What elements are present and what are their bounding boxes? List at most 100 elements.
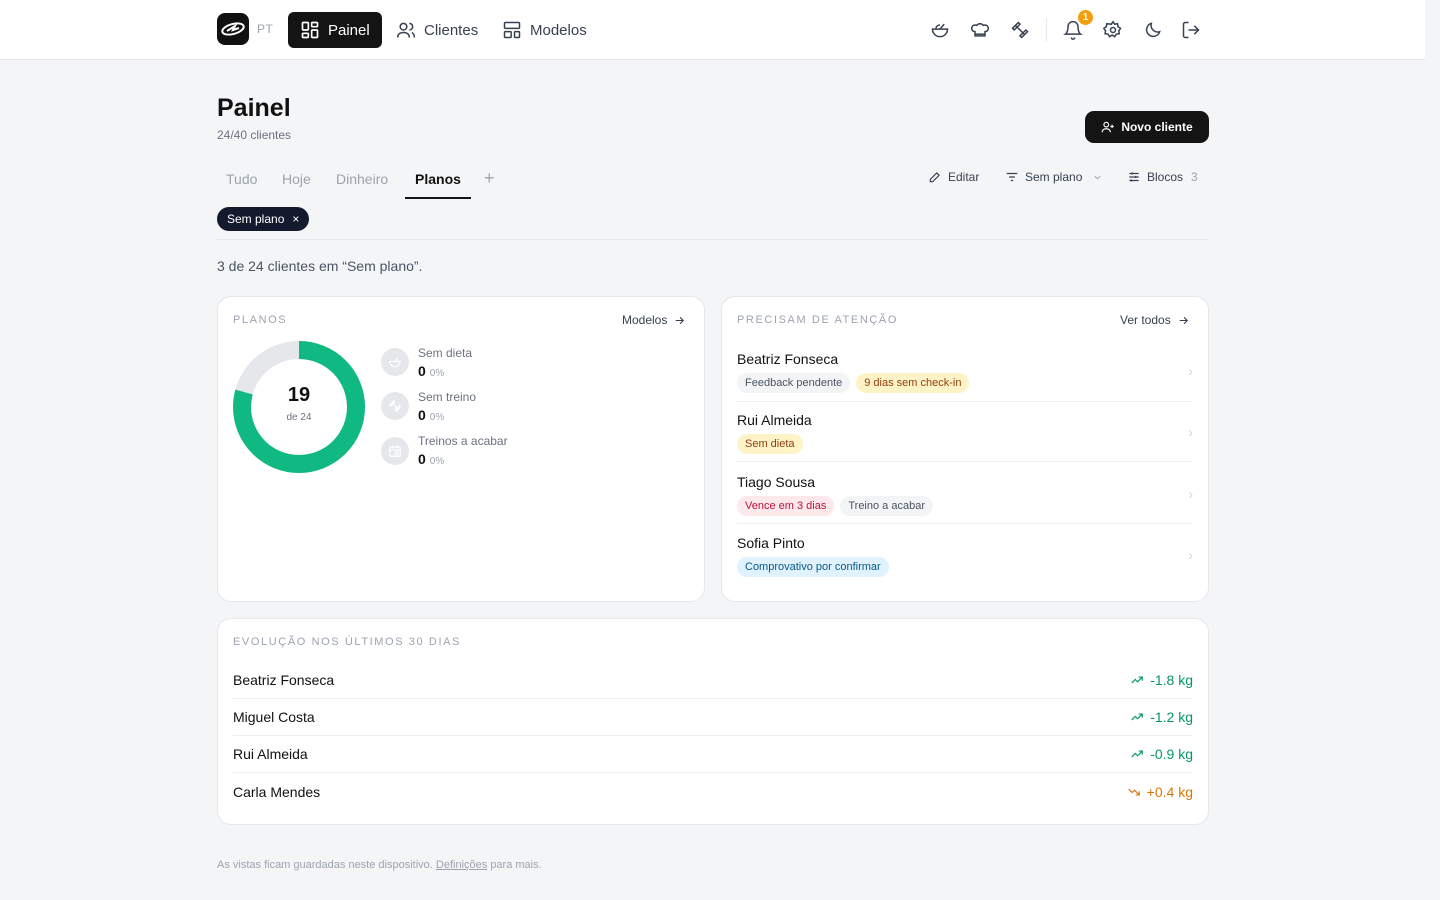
client-name: Beatriz Fonseca [737, 351, 839, 367]
stat-label: Sem treino [418, 390, 477, 404]
moon-icon[interactable] [1143, 20, 1163, 40]
attention-item[interactable]: Beatriz Fonseca Feedback pendente 9 dias… [737, 342, 1193, 402]
weight-change: +0.4 kg [1127, 784, 1193, 800]
evolution-card-label: EVOLUÇÃO NOS ÚLTIMOS 30 DIAS [233, 636, 461, 648]
pencil-icon [929, 172, 940, 183]
donut-subtitle: de 24 [286, 412, 312, 423]
client-name: Tiago Sousa [737, 474, 816, 490]
status-tag: Sem dieta [737, 434, 803, 454]
trend-down-icon [1131, 750, 1144, 758]
notification-badge: 1 [1078, 10, 1093, 25]
plan-filter-dropdown[interactable]: Sem plano [1005, 170, 1103, 184]
dumbbell-icon [381, 392, 409, 420]
chevron-right-icon: › [1188, 486, 1193, 502]
divider [217, 239, 1209, 240]
top-bar: PT Painel Clientes Modelos 1 [0, 0, 1425, 60]
filter-icon [1006, 172, 1018, 182]
tab-hoje[interactable]: Hoje [282, 171, 311, 187]
logout-icon[interactable] [1181, 20, 1201, 40]
page-subtitle: 24/40 clientes [217, 128, 292, 142]
evolution-row[interactable]: Beatriz Fonseca -1.8 kg [233, 662, 1193, 699]
filter-chip[interactable]: Sem plano × [217, 207, 310, 231]
blocks-button[interactable]: Blocos 3 [1127, 170, 1198, 184]
nav-label: Clientes [424, 21, 479, 39]
evolution-row[interactable]: Rui Almeida -0.9 kg [233, 736, 1193, 773]
new-client-button[interactable]: Novo cliente [1085, 111, 1209, 143]
status-tag: Treino a acabar [840, 496, 933, 516]
weight-change: -1.2 kg [1130, 709, 1193, 725]
language-toggle[interactable]: PT [257, 22, 273, 36]
tab-dinheiro[interactable]: Dinheiro [336, 171, 388, 187]
chevron-right-icon: › [1188, 363, 1193, 379]
scrollbar[interactable] [1425, 0, 1440, 900]
dashboard-icon [301, 21, 319, 39]
nav-clientes[interactable]: Clientes [384, 12, 490, 48]
sliders-icon [1129, 172, 1139, 182]
client-name: Miguel Costa [233, 709, 315, 725]
trend-down-icon [1131, 713, 1144, 721]
chevron-right-icon: › [1188, 547, 1193, 563]
stat-value: 0 0% [418, 363, 445, 379]
stat-label: Sem dieta [418, 346, 473, 360]
new-client-label: Novo cliente [1121, 120, 1193, 134]
client-name: Sofia Pinto [737, 535, 805, 551]
trend-up-icon [1128, 788, 1140, 795]
trend-down-icon [1131, 676, 1144, 684]
page-title: Painel [217, 94, 291, 122]
client-name: Carla Mendes [233, 783, 321, 800]
attention-item[interactable]: Rui Almeida Sem dieta › [737, 402, 1193, 462]
stat-value: 0 0% [418, 407, 445, 423]
attention-item[interactable]: Sofia Pinto Comprovativo por confirmar › [737, 525, 1193, 585]
status-tag: Feedback pendente [737, 373, 851, 393]
divider [1046, 18, 1047, 42]
stat-label: Treinos a acabar [418, 434, 508, 448]
users-icon [396, 22, 416, 38]
status-tag: Comprovativo por confirmar [737, 557, 889, 577]
view-all-label: Ver todos [1120, 313, 1171, 327]
arrow-right-icon [676, 316, 685, 324]
weight-change: -0.9 kg [1130, 746, 1193, 762]
footer-note: As vistas ficam guardadas neste disposit… [217, 859, 542, 871]
filter-summary: 3 de 24 clientes em “Sem plano”. [217, 258, 423, 274]
client-name: Beatriz Fonseca [233, 672, 335, 688]
attention-item[interactable]: Tiago Sousa Vence em 3 dias Treino a aca… [737, 464, 1193, 524]
evolution-row[interactable]: Miguel Costa -1.2 kg [233, 699, 1193, 736]
evolution-row[interactable]: Carla Mendes +0.4 kg [233, 773, 1193, 810]
stat-value: 0 0% [418, 451, 445, 467]
attention-card-label: PRECISAM DE ATENÇÃO [737, 314, 898, 326]
nav-modelos[interactable]: Modelos [490, 12, 599, 48]
dumbbell-icon[interactable] [1010, 20, 1030, 40]
filter-chip-label: Sem plano [227, 212, 285, 226]
weight-change: -1.8 kg [1130, 672, 1193, 688]
templates-link[interactable]: Modelos [622, 313, 686, 327]
gear-icon[interactable] [1102, 20, 1123, 40]
client-name: Rui Almeida [233, 746, 308, 762]
nav-painel[interactable]: Painel [288, 12, 382, 48]
blocks-label: Blocos [1147, 170, 1184, 184]
nav-label: Painel [328, 21, 370, 39]
client-name: Rui Almeida [737, 412, 812, 428]
plans-card-label: PLANOS [233, 314, 288, 326]
donut-value: 19 [287, 384, 311, 406]
status-tag: Vence em 3 dias [737, 496, 835, 516]
edit-button[interactable]: Editar [928, 170, 979, 184]
footer-text: As vistas ficam guardadas neste disposit… [217, 859, 433, 871]
user-plus-icon [1101, 121, 1115, 133]
templates-icon [503, 21, 521, 39]
arrow-right-icon [1179, 316, 1188, 324]
footer-text: para mais. [490, 859, 542, 871]
app-logo[interactable] [217, 13, 249, 45]
active-tab-indicator [405, 197, 471, 199]
view-all-link[interactable]: Ver todos [1120, 313, 1190, 327]
salad-icon [381, 348, 409, 376]
templates-link-label: Modelos [622, 313, 668, 327]
chef-hat-icon[interactable] [970, 20, 990, 40]
tab-tudo[interactable]: Tudo [226, 171, 257, 187]
tab-planos[interactable]: Planos [415, 171, 461, 187]
plans-donut-chart [233, 341, 365, 473]
add-tab-button[interactable]: + [484, 168, 495, 189]
nutrition-icon[interactable] [930, 20, 950, 40]
close-icon[interactable]: × [292, 212, 299, 226]
status-tag: 9 dias sem check-in [856, 373, 970, 393]
settings-link[interactable]: Definições [436, 859, 487, 871]
